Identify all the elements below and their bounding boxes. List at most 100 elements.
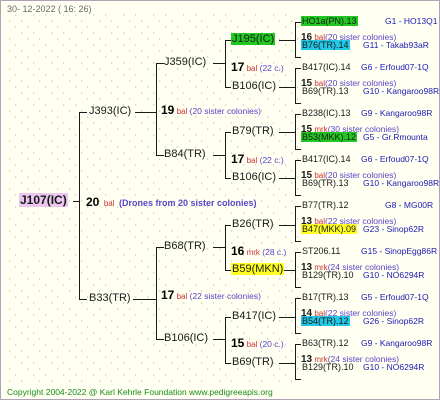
- gen2-colonies: (22 c.): [257, 63, 284, 73]
- gen4-sire-info-2: G5 - Gr.Rmounta: [363, 132, 428, 142]
- gen4-dam-1[interactable]: B417(IC).14: [301, 63, 352, 72]
- gen4-dam-info-2: G9 - Kangaroo98R: [361, 108, 433, 118]
- gen2-num: 15: [231, 336, 245, 350]
- tree-line: [295, 149, 301, 150]
- gen4-dam-info-5: G15 - SinopEgg86R: [361, 246, 438, 256]
- gen4-sire-label: B69(TR).13: [302, 86, 349, 96]
- tree-line: [156, 247, 157, 339]
- gen2-num: 17: [231, 152, 245, 166]
- gen1-num: 17: [161, 288, 175, 302]
- gen2-colonies: (20 c.): [257, 339, 284, 349]
- gen2-num: 16: [231, 244, 245, 258]
- gen4-dam-label: B77(TR).12: [302, 200, 349, 210]
- tree-line: [279, 225, 295, 226]
- tree-line: [279, 317, 295, 318]
- tree-line: [279, 178, 295, 179]
- tree-line: [295, 22, 296, 57]
- gen1-mating-info-1: 17 bal (22 sister colonies): [161, 287, 261, 303]
- tree-line: [156, 63, 157, 155]
- tree-line: [73, 201, 79, 202]
- gen3-node-0[interactable]: J195(IC): [231, 33, 276, 45]
- gen2-node-1[interactable]: B84(TR): [164, 149, 206, 160]
- tree-line: [156, 339, 164, 340]
- root-node[interactable]: J107(IC): [19, 193, 68, 207]
- gen3-node-label: B417(IC): [232, 310, 277, 322]
- tree-line: [295, 160, 296, 195]
- gen4-dam-label: B63(TR).12: [302, 338, 349, 348]
- gen2-node-0[interactable]: J359(IC): [164, 57, 206, 68]
- tree-line: [295, 344, 296, 379]
- gen2-node-3[interactable]: B106(IC): [164, 333, 208, 344]
- gen3-node-label: J195(IC): [231, 33, 276, 45]
- gen3-node-1[interactable]: B106(IC): [231, 81, 277, 92]
- gen4-dam-6[interactable]: B17(TR).13: [301, 293, 350, 302]
- gen4-dam-7[interactable]: B63(TR).12: [301, 339, 350, 348]
- tree-line: [295, 57, 301, 58]
- gen1-node-1[interactable]: B33(TR): [89, 293, 131, 304]
- gen3-node-label: B106(IC): [232, 171, 277, 183]
- root-mating-info: 20 bal (Drones from 20 sister colonies): [86, 194, 257, 210]
- gen4-sire-info-7: G10 - NO6294R: [363, 362, 425, 372]
- tree-line: [295, 333, 301, 334]
- gen3-node-5[interactable]: B59(MKN): [231, 263, 285, 275]
- gen3-node-label: B26(TR): [232, 218, 274, 230]
- gen2-mating-info-3: 15 bal (20 c.): [231, 335, 284, 351]
- gen2-mating-info-0: 17 bal (22 c.): [231, 59, 284, 75]
- tree-line: [79, 299, 87, 300]
- gen1-colonies: (20 sister colonies): [187, 106, 261, 116]
- tree-line: [279, 363, 295, 364]
- gen2-node-2[interactable]: B68(TR): [164, 241, 206, 252]
- gen3-node-3[interactable]: B106(IC): [231, 172, 277, 183]
- gen4-dam-label: ST206.11: [302, 246, 341, 256]
- gen1-node-0[interactable]: J393(IC): [89, 106, 131, 117]
- gen4-dam-0[interactable]: HO1a(PN).13: [301, 16, 358, 26]
- gen4-dam-info-4: G8 - MG00R: [385, 200, 434, 210]
- gen3-node-7[interactable]: B69(TR): [231, 357, 275, 368]
- gen3-node-label: B59(MKN): [231, 263, 285, 275]
- gen4-sire-label: B76(TR).14: [301, 40, 350, 50]
- tree-line: [295, 103, 301, 104]
- gen4-sire-4[interactable]: B47(MKK).09: [301, 224, 358, 234]
- gen3-node-label: B79(TR): [232, 125, 274, 137]
- tree-line: [295, 195, 301, 196]
- tree-line: [156, 63, 164, 64]
- tree-line: [295, 114, 296, 149]
- gen4-dam-4[interactable]: B77(TR).12: [301, 201, 350, 210]
- gen4-dam-2[interactable]: B238(IC).13: [301, 109, 352, 118]
- tree-line: [156, 247, 164, 248]
- root-bal: bal: [103, 199, 115, 208]
- gen4-sire-info-5: G10 - NO6294R: [363, 270, 425, 280]
- gen4-sire-5[interactable]: B129(TR).10: [301, 271, 355, 280]
- gen4-sire-3[interactable]: B69(TR).13: [301, 179, 350, 188]
- gen4-sire-info-0: G11 - Takab93aR: [363, 40, 429, 50]
- gen4-dam-5[interactable]: ST206.11: [301, 247, 341, 256]
- gen1-mating-info-0: 19 bal (20 sister colonies): [161, 102, 261, 118]
- gen3-node-6[interactable]: B417(IC): [231, 311, 277, 322]
- gen4-dam-info-3: G6 - Erfoud07-1Q: [361, 154, 429, 164]
- tree-line: [135, 112, 156, 113]
- gen4-dam-label: B417(IC).14: [302, 62, 351, 72]
- gen4-sire-2[interactable]: B53(MKK).12: [301, 132, 358, 142]
- gen4-sire-6[interactable]: B54(TR).12: [301, 316, 350, 326]
- tree-line: [213, 155, 225, 156]
- gen4-sire-0[interactable]: B76(TR).14: [301, 40, 350, 50]
- tree-line: [133, 299, 156, 300]
- gen1-num: 19: [161, 103, 175, 117]
- tree-line: [295, 206, 296, 241]
- gen3-node-4[interactable]: B26(TR): [231, 219, 275, 230]
- gen4-sire-1[interactable]: B69(TR).13: [301, 87, 350, 96]
- gen4-dam-3[interactable]: B417(IC).14: [301, 155, 352, 164]
- gen4-dam-label: HO1a(PN).13: [301, 16, 358, 26]
- tree-line: [295, 298, 296, 333]
- gen4-sire-info-3: G10 - Kangaroo98R: [363, 178, 440, 188]
- root-num: 20: [86, 195, 100, 209]
- gen4-dam-info-0: G1 - HO13Q1: [385, 16, 438, 26]
- gen4-sire-7[interactable]: B129(TR).10: [301, 363, 355, 372]
- root-node-label: J107(IC): [19, 193, 68, 207]
- tree-line: [225, 40, 226, 87]
- gen3-node-2[interactable]: B79(TR): [231, 126, 275, 137]
- tree-line: [225, 225, 226, 270]
- gen2-bal: bal: [244, 156, 258, 165]
- tree-line: [295, 241, 301, 242]
- tree-line: [295, 252, 296, 287]
